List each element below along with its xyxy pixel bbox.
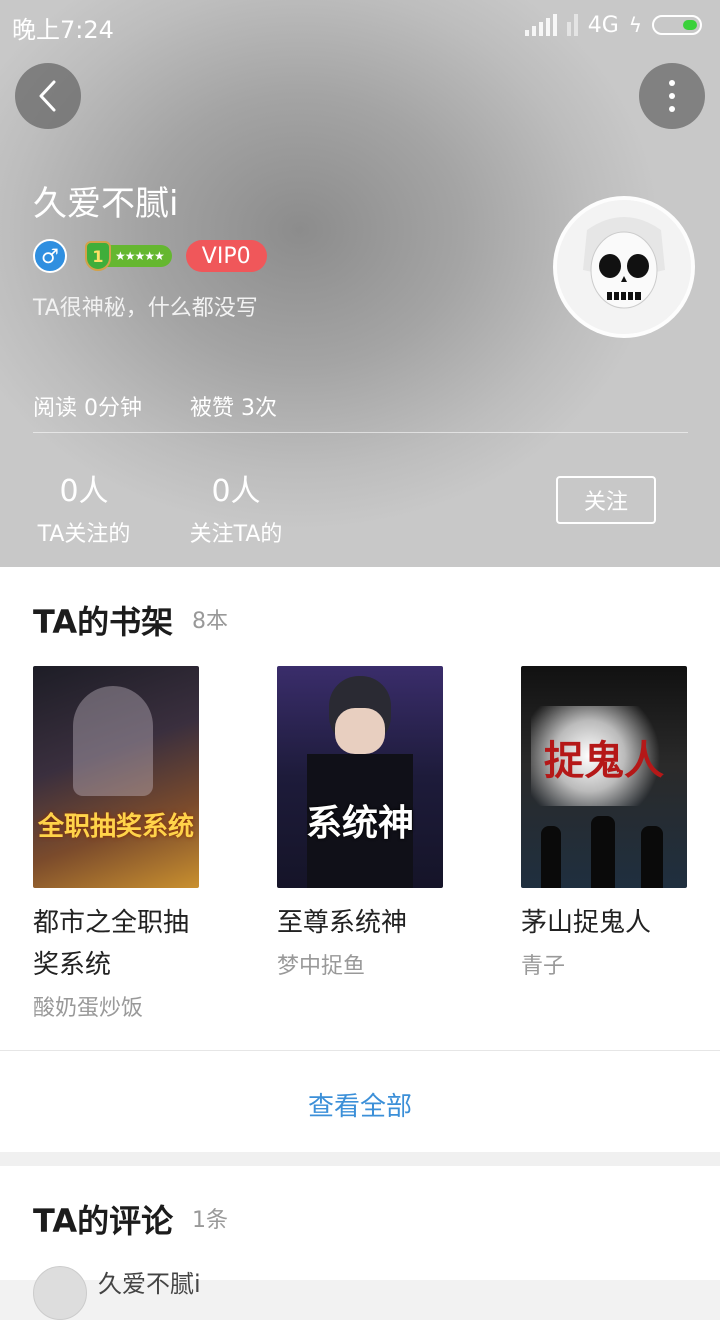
book-item[interactable]: 全职抽奖系统 都市之全职抽奖系统 酸奶蛋炒饭 <box>33 666 223 1022</box>
book-item[interactable]: 捉鬼人 茅山捉鬼人 青子 <box>521 666 711 980</box>
status-indicators: 4G ϟ <box>524 10 702 40</box>
following-label: TA关注的 <box>37 522 131 547</box>
book-title: 至尊系统神 <box>277 908 408 938</box>
following-count: 0人 <box>59 474 109 509</box>
skull-avatar-icon <box>557 200 691 334</box>
header-divider <box>33 432 688 433</box>
book-author: 酸奶蛋炒饭 <box>33 996 144 1021</box>
reading-stats: 阅读 0分钟 被赞 3次 <box>33 390 277 422</box>
book-author: 梦中捉鱼 <box>277 954 366 979</box>
book-title: 都市之全职抽奖系统 <box>33 908 190 980</box>
book-cover[interactable]: 全职抽奖系统 <box>33 666 199 888</box>
bookshelf-title: TA的书架 <box>33 603 174 641</box>
bookshelf-section: TA的书架 8本 全职抽奖系统 都市之全职抽奖系统 酸奶蛋炒饭 系统神 至尊系统… <box>0 567 720 1152</box>
profile-username: 久爱不腻i <box>33 184 179 224</box>
book-title: 茅山捉鬼人 <box>521 908 652 938</box>
book-item[interactable]: 系统神 至尊系统神 梦中捉鱼 <box>277 666 467 980</box>
followers-label: 关注TA的 <box>189 522 283 547</box>
signal-2-icon <box>566 14 578 36</box>
avatar[interactable] <box>553 196 695 338</box>
chevron-left-icon <box>39 80 56 112</box>
book-author: 青子 <box>521 954 566 979</box>
profile-header: 晚上7:24 4G ϟ 久爱不腻i ♂ 1 ★★★★★ VIP0 TA很神秘，什… <box>0 0 720 567</box>
comments-title: TA的评论 <box>33 1202 174 1240</box>
book-cover[interactable]: 系统神 <box>277 666 443 888</box>
followers-count: 0人 <box>211 474 261 509</box>
male-gender-icon: ♂ <box>33 239 67 273</box>
view-all-link[interactable]: 查看全部 <box>0 1086 720 1123</box>
more-options-button[interactable] <box>639 63 705 129</box>
more-vertical-icon <box>669 80 675 112</box>
comments-count: 1条 <box>192 1208 228 1233</box>
level-shield-icon: 1 <box>85 241 111 271</box>
level-badge[interactable]: 1 ★★★★★ <box>81 241 172 271</box>
back-button[interactable] <box>15 63 81 129</box>
read-time-stat: 阅读 0分钟 <box>33 396 143 421</box>
liked-count-stat: 被赞 3次 <box>190 396 278 421</box>
signal-icon <box>524 14 557 36</box>
book-cover[interactable]: 捉鬼人 <box>521 666 687 888</box>
profile-badges: ♂ 1 ★★★★★ VIP0 <box>33 238 267 274</box>
profile-bio: TA很神秘，什么都没写 <box>33 296 258 321</box>
section-gap <box>0 1152 720 1166</box>
comment-avatar[interactable] <box>33 1266 87 1320</box>
status-bar: 晚上7:24 4G ϟ <box>0 0 720 50</box>
vip-badge[interactable]: VIP0 <box>185 240 267 272</box>
followers-stat[interactable]: 0人 关注TA的 <box>184 466 288 548</box>
status-time: 晚上7:24 <box>12 16 114 44</box>
bookshelf-divider <box>0 1050 720 1051</box>
follow-button[interactable]: 关注 <box>556 476 656 524</box>
comment-username[interactable]: 久爱不腻i <box>98 1264 201 1299</box>
bookshelf-count: 8本 <box>192 609 228 634</box>
charging-icon: ϟ <box>628 13 642 37</box>
comments-section: TA的评论 1条 久爱不腻i <box>0 1166 720 1320</box>
network-type: 4G <box>587 12 619 38</box>
level-stars: ★★★★★ <box>107 245 172 267</box>
battery-icon <box>652 15 702 35</box>
following-stat[interactable]: 0人 TA关注的 <box>33 466 135 548</box>
